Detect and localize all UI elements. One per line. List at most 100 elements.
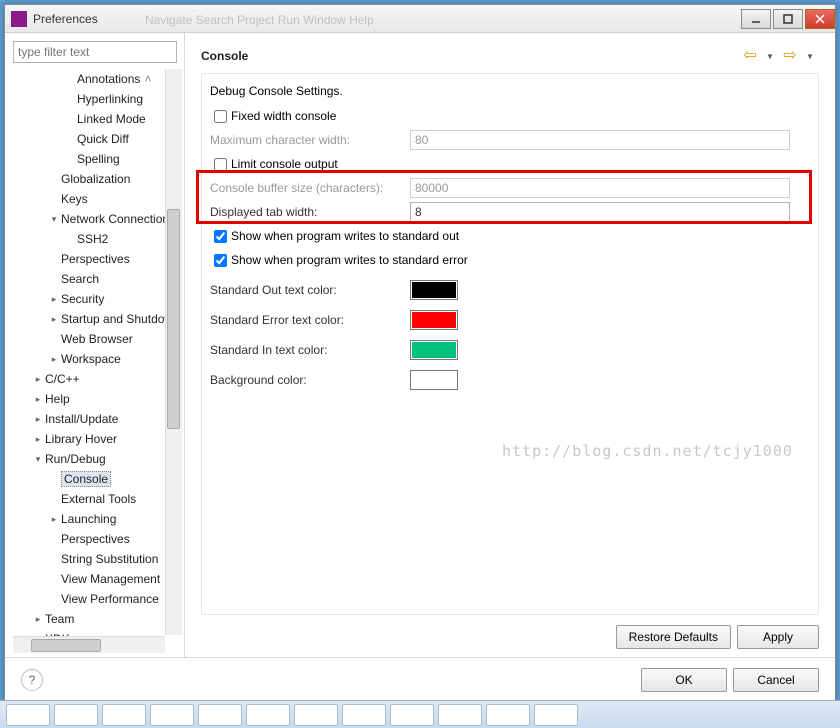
stderr-color-button[interactable]: [410, 310, 458, 330]
minimize-button[interactable]: [741, 9, 771, 29]
tree-item-perspectives[interactable]: Perspectives: [13, 529, 182, 549]
show-stderr-checkbox[interactable]: [214, 254, 227, 267]
limit-output-label: Limit console output: [231, 157, 338, 171]
twisty-icon[interactable]: ▾: [31, 454, 45, 465]
tree-item-label: External Tools: [61, 492, 136, 506]
nav-fwd-button[interactable]: ⇨: [781, 47, 799, 65]
tree-item-external-tools[interactable]: External Tools: [13, 489, 182, 509]
tree-item-web-browser[interactable]: Web Browser: [13, 329, 182, 349]
tree-item-network-connections[interactable]: ▾Network Connections: [13, 209, 182, 229]
taskbar-item[interactable]: [438, 704, 482, 726]
tree-item-run-debug[interactable]: ▾Run/Debug: [13, 449, 182, 469]
sidebar: Annotations ˄HyperlinkingLinked Mode Quic…: [5, 33, 185, 657]
tree-item-startup-and-shutdown[interactable]: ▸Startup and Shutdown: [13, 309, 182, 329]
tree-item-search[interactable]: Search: [13, 269, 182, 289]
ok-button[interactable]: OK: [641, 668, 727, 692]
taskbar-item[interactable]: [342, 704, 386, 726]
tree-item-label: Install/Update: [45, 412, 118, 426]
tree-item-linked-mode[interactable]: Linked Mode: [13, 109, 182, 129]
nav-fwd-menu[interactable]: ▼: [801, 47, 819, 65]
taskbar-item[interactable]: [198, 704, 242, 726]
tree-item-label: Globalization: [61, 172, 130, 186]
bg-color-label: Background color:: [210, 373, 410, 387]
nav-back-button[interactable]: ⇦: [741, 47, 759, 65]
taskbar-item[interactable]: [534, 704, 578, 726]
tree-item-annotations[interactable]: Annotations ˄: [13, 69, 182, 89]
tree-item-globalization[interactable]: Globalization: [13, 169, 182, 189]
taskbar-item[interactable]: [102, 704, 146, 726]
tab-width-input[interactable]: [410, 202, 790, 222]
twisty-icon[interactable]: ▸: [31, 434, 45, 445]
tree-item-label: View Management: [61, 572, 160, 586]
tree-item-perspectives[interactable]: Perspectives: [13, 249, 182, 269]
tree-item-spelling[interactable]: Spelling: [13, 149, 182, 169]
stdin-color-label: Standard In text color:: [210, 343, 410, 357]
taskbar-item[interactable]: [390, 704, 434, 726]
background-menu: Navigate Search Project Run Window Help: [145, 13, 374, 27]
tree-vscrollbar[interactable]: [165, 69, 182, 635]
twisty-icon[interactable]: ▸: [31, 394, 45, 405]
taskbar-item[interactable]: [294, 704, 338, 726]
watermark-text: http://blog.csdn.net/tcjy1000: [502, 442, 793, 460]
tree-item-security[interactable]: ▸Security: [13, 289, 182, 309]
close-button[interactable]: [805, 9, 835, 29]
tree-item-label: Quick Diff: [77, 132, 129, 146]
stdin-color-button[interactable]: [410, 340, 458, 360]
tree-item-label: Security: [61, 292, 104, 306]
tree-item-workspace[interactable]: ▸Workspace: [13, 349, 182, 369]
tree-item-library-hover[interactable]: ▸Library Hover: [13, 429, 182, 449]
tree-item-quick-diff[interactable]: Quick Diff: [13, 129, 182, 149]
maximize-button[interactable]: [773, 9, 803, 29]
tree-item-launching[interactable]: ▸Launching: [13, 509, 182, 529]
twisty-icon[interactable]: ▸: [47, 294, 61, 305]
tree-item-hyperlinking[interactable]: Hyperlinking: [13, 89, 182, 109]
taskbar-item[interactable]: [150, 704, 194, 726]
cancel-button[interactable]: Cancel: [733, 668, 819, 692]
twisty-icon[interactable]: ▸: [47, 514, 61, 525]
twisty-icon[interactable]: ▸: [31, 614, 45, 625]
dialog-footer: ? OK Cancel: [5, 657, 835, 701]
restore-defaults-button[interactable]: Restore Defaults: [616, 625, 731, 649]
tree-item-label: Web Browser: [61, 332, 133, 346]
twisty-icon[interactable]: ▾: [47, 214, 61, 225]
fixed-width-checkbox[interactable]: [214, 110, 227, 123]
twisty-icon[interactable]: ▸: [47, 314, 61, 325]
stdout-color-button[interactable]: [410, 280, 458, 300]
bg-color-button[interactable]: [410, 370, 458, 390]
taskbar-item[interactable]: [6, 704, 50, 726]
tree-item-ssh2[interactable]: SSH2: [13, 229, 182, 249]
max-char-input: [410, 130, 790, 150]
apply-button[interactable]: Apply: [737, 625, 819, 649]
tree-item-install-update[interactable]: ▸Install/Update: [13, 409, 182, 429]
filter-input[interactable]: [13, 41, 177, 63]
twisty-icon[interactable]: ▸: [31, 414, 45, 425]
max-char-label: Maximum character width:: [210, 133, 410, 147]
taskbar-item[interactable]: [54, 704, 98, 726]
tree-hscrollbar[interactable]: [13, 636, 165, 653]
tree-item-c-c-[interactable]: ▸C/C++: [13, 369, 182, 389]
twisty-icon[interactable]: ▸: [31, 374, 45, 385]
titlebar[interactable]: Preferences Navigate Search Project Run …: [5, 5, 835, 33]
twisty-icon[interactable]: ▸: [47, 354, 61, 365]
tree-item-string-substitution[interactable]: String Substitution: [13, 549, 182, 569]
nav-back-menu[interactable]: ▼: [761, 47, 779, 65]
tree-item-view-management[interactable]: View Management: [13, 569, 182, 589]
show-stdout-checkbox[interactable]: [214, 230, 227, 243]
tree-item-help[interactable]: ▸Help: [13, 389, 182, 409]
tree-item-label: Workspace: [61, 352, 121, 366]
content-pane: Console ⇦ ▼ ⇨ ▼ Debug Console Settings. …: [185, 33, 835, 657]
tree-item-console[interactable]: Console: [13, 469, 182, 489]
taskbar-item[interactable]: [246, 704, 290, 726]
tree-item-label: Run/Debug: [45, 452, 106, 466]
tree-item-team[interactable]: ▸Team: [13, 609, 182, 629]
preferences-tree[interactable]: Annotations ˄HyperlinkingLinked Mode Quic…: [13, 69, 182, 653]
tree-item-view-performance[interactable]: View Performance: [13, 589, 182, 609]
tree-item-label: Search: [61, 272, 99, 286]
limit-output-checkbox[interactable]: [214, 158, 227, 171]
tree-item-label: C/C++: [45, 372, 80, 386]
tree-item-keys[interactable]: Keys: [13, 189, 182, 209]
taskbar-item[interactable]: [486, 704, 530, 726]
taskbar[interactable]: [0, 700, 840, 728]
tree-item-label: Console: [61, 471, 111, 487]
help-button[interactable]: ?: [21, 669, 43, 691]
